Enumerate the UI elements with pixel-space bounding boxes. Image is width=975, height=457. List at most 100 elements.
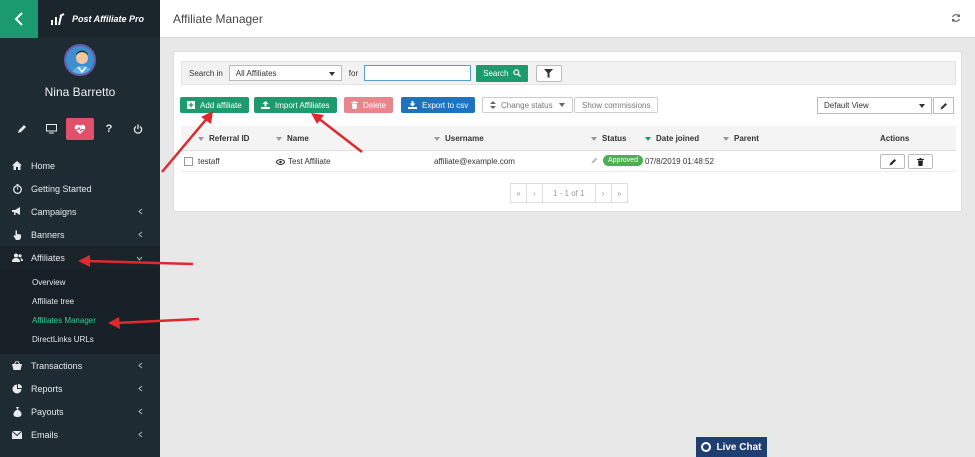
export-csv-button[interactable]: Export to csv [401, 97, 476, 113]
monitor-icon [45, 124, 57, 134]
sidebar-item-label: Home [31, 160, 56, 171]
edit-view-button[interactable] [933, 97, 954, 114]
screen-button[interactable] [37, 118, 65, 140]
sidebar-item-home[interactable]: Home [0, 154, 160, 177]
row-checkbox[interactable] [184, 157, 193, 166]
quick-actions: ? [0, 114, 160, 144]
delete-row-button[interactable] [908, 154, 933, 169]
cell-name: Test Affiliate [276, 157, 331, 166]
search-input[interactable] [364, 65, 472, 81]
megaphone-icon [10, 207, 24, 216]
submenu-item-affiliates-manager[interactable]: Affiliates Manager [0, 311, 160, 330]
chevron-down-icon [136, 253, 143, 263]
chat-icon [701, 442, 712, 452]
column-referral-id[interactable]: Referral ID [198, 134, 249, 143]
trash-icon [351, 101, 358, 109]
help-button[interactable]: ? [95, 118, 123, 140]
sidebar-item-transactions[interactable]: Transactions [0, 354, 160, 377]
page-title: Affiliate Manager [173, 12, 263, 26]
search-in-select[interactable]: All Affiliates [228, 65, 342, 81]
column-name[interactable]: Name [276, 134, 309, 143]
eye-icon[interactable] [276, 158, 285, 165]
top-header: Affiliate Manager [160, 0, 975, 38]
last-page-button[interactable]: » [610, 183, 628, 203]
sidebar-item-reports[interactable]: Reports [0, 377, 160, 400]
logo-icon [51, 13, 65, 25]
sidebar-item-banners[interactable]: Banners [0, 223, 160, 246]
live-chat-button[interactable]: Live Chat [696, 437, 767, 457]
change-status-button[interactable]: Change status [482, 97, 573, 113]
collapse-sidebar-button[interactable] [0, 0, 38, 38]
sort-icon [490, 101, 496, 109]
submenu-item-directlinks-urls[interactable]: DirectLinks URLs [0, 330, 160, 349]
live-chat-label: Live Chat [716, 441, 762, 453]
filter-icon [544, 68, 553, 78]
sidebar-item-emails[interactable]: Emails [0, 423, 160, 446]
import-affiliates-button[interactable]: Import Affiliates [254, 97, 337, 113]
referral-id-text: testaff [198, 157, 220, 166]
add-affiliate-button[interactable]: Add affiliate [180, 97, 249, 113]
submenu-item-overview[interactable]: Overview [0, 273, 160, 292]
caret-down-icon [328, 72, 335, 76]
avatar-image [66, 46, 94, 74]
delete-button[interactable]: Delete [344, 97, 394, 113]
for-label: for [348, 68, 359, 78]
table-row[interactable]: testaff Test Affiliate affiliate@example… [181, 151, 956, 172]
sort-icon [198, 136, 204, 141]
view-select[interactable]: Default View [817, 97, 932, 114]
heart-pulse-icon [74, 124, 86, 134]
first-page-button[interactable]: « [510, 183, 527, 203]
refresh-icon [951, 14, 961, 22]
caret-down-icon [919, 104, 925, 108]
affiliate-name-text: Test Affiliate [288, 157, 331, 166]
next-page-button[interactable]: › [594, 183, 612, 203]
user-profile: Nina Barretto [0, 38, 160, 109]
search-button[interactable]: Search [476, 64, 528, 82]
trash-icon [917, 157, 924, 166]
search-in-label: Search in [189, 68, 223, 78]
submenu-item-affiliate-tree[interactable]: Affiliate tree [0, 292, 160, 311]
chevron-left-icon [14, 12, 23, 26]
chevron-left-icon [138, 384, 143, 394]
brand-logo[interactable]: Post Affiliate Pro [50, 13, 144, 25]
pencil-icon[interactable] [591, 157, 598, 164]
sidebar-item-affiliates[interactable]: Affiliates [0, 246, 160, 269]
column-status[interactable]: Status [591, 134, 626, 143]
sidebar-item-payouts[interactable]: Payouts [0, 400, 160, 423]
edit-row-button[interactable] [880, 154, 905, 169]
refresh-button[interactable] [951, 13, 961, 25]
sidebar-item-label: Emails [31, 429, 59, 440]
pie-chart-icon [10, 383, 24, 394]
logout-button[interactable] [124, 118, 152, 140]
sidebar-item-label: Getting Started [31, 183, 92, 194]
column-parent[interactable]: Parent [723, 134, 759, 143]
sort-icon [434, 136, 440, 141]
import-affiliates-label: Import Affiliates [275, 100, 330, 110]
sidebar-item-label: Banners [31, 229, 65, 240]
add-affiliate-label: Add affiliate [200, 100, 242, 110]
caret-down-icon [558, 103, 565, 107]
avatar[interactable] [64, 44, 96, 76]
pencil-icon [18, 125, 26, 133]
user-name: Nina Barretto [44, 85, 116, 99]
status-badge: Approved [603, 155, 643, 166]
chevron-left-icon [138, 361, 143, 371]
cell-status: Approved [591, 155, 643, 166]
favorites-button[interactable] [66, 118, 94, 140]
basket-icon [10, 361, 24, 370]
column-date-joined[interactable]: Date joined [645, 134, 699, 143]
prev-page-button[interactable]: ‹ [526, 183, 543, 203]
show-commissions-label: Show commissions [582, 100, 651, 110]
edit-profile-button[interactable] [8, 118, 36, 140]
sidebar-item-getting-started[interactable]: Getting Started [0, 177, 160, 200]
hand-pointer-icon [10, 230, 24, 240]
column-label: Status [602, 134, 627, 143]
column-username[interactable]: Username [434, 134, 484, 143]
filter-button[interactable] [535, 64, 562, 82]
chevron-left-icon [138, 407, 143, 417]
sidebar-item-campaigns[interactable]: Campaigns [0, 200, 160, 223]
search-bar: Search in All Affiliates for Search [181, 61, 956, 85]
column-label: Username [445, 134, 484, 143]
show-commissions-button[interactable]: Show commissions [574, 97, 659, 113]
sidebar-menu: Home Getting Started Campaigns Banners A… [0, 154, 160, 446]
